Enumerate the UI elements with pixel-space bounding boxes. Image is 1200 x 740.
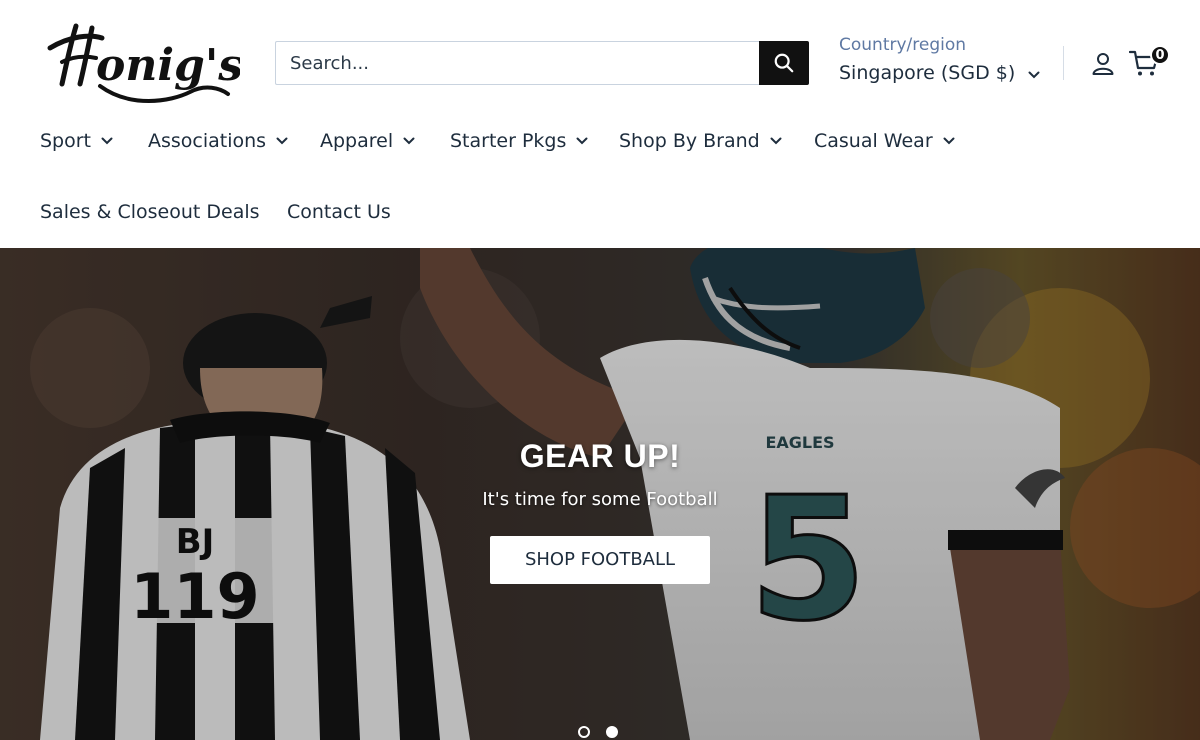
nav-item-casual-wear[interactable]: Casual Wear	[814, 126, 955, 156]
hero-content: GEAR UP! It's time for some Football SHO…	[0, 438, 1200, 584]
nav-item-label: Sales & Closeout Deals	[40, 201, 260, 223]
nav-item-label: Starter Pkgs	[450, 130, 567, 152]
user-icon	[1092, 53, 1114, 75]
nav-item-label: Contact Us	[287, 201, 391, 223]
nav-item-contact-us[interactable]: Contact Us	[287, 197, 391, 227]
search-icon	[774, 53, 794, 73]
chevron-down-icon	[1028, 71, 1040, 79]
account-button[interactable]	[1090, 49, 1116, 77]
nav-item-label: Casual Wear	[814, 130, 933, 152]
chevron-down-icon	[770, 137, 782, 145]
nav-item-sport[interactable]: Sport	[40, 126, 113, 156]
hero-title: GEAR UP!	[519, 438, 681, 474]
hero-subtitle: It's time for some Football	[482, 489, 718, 510]
slideshow-dots	[578, 726, 618, 738]
chevron-down-icon	[276, 137, 288, 145]
nav-item-sales-closeout-deals[interactable]: Sales & Closeout Deals	[40, 197, 260, 227]
chevron-down-icon	[403, 137, 415, 145]
hero-slideshow: BJ 119 EAGLES 5 GEAR UP! It's time for s…	[0, 248, 1200, 740]
site-header: onig's Country/region Singapore (SGD $)	[0, 0, 1200, 248]
chevron-down-icon	[943, 137, 955, 145]
slide-dot-2[interactable]	[606, 726, 618, 738]
nav-item-label: Sport	[40, 130, 92, 152]
nav-item-associations[interactable]: Associations	[148, 126, 288, 156]
nav-item-apparel[interactable]: Apparel	[320, 126, 415, 156]
slide-dot-1[interactable]	[578, 726, 590, 738]
site-logo[interactable]: onig's	[40, 18, 240, 106]
nav-item-label: Apparel	[320, 130, 394, 152]
header-divider	[1063, 46, 1064, 80]
search-button[interactable]	[759, 41, 809, 85]
nav-item-label: Associations	[148, 130, 267, 152]
chevron-down-icon	[576, 137, 588, 145]
nav-item-label: Shop By Brand	[619, 130, 760, 152]
shop-football-button[interactable]: SHOP FOOTBALL	[490, 536, 710, 584]
country-region-selector[interactable]: Country/region Singapore (SGD $)	[839, 32, 1054, 92]
search-form	[275, 41, 809, 85]
nav-item-starter-pkgs[interactable]: Starter Pkgs	[450, 126, 588, 156]
country-region-label: Country/region	[839, 35, 967, 55]
country-region-value: Singapore (SGD $)	[839, 62, 1016, 84]
cart-count-badge: 0	[1150, 45, 1170, 65]
chevron-down-icon	[101, 137, 113, 145]
svg-text:onig's: onig's	[96, 40, 240, 91]
cart-button[interactable]: 0	[1129, 45, 1170, 79]
nav-item-shop-by-brand[interactable]: Shop By Brand	[619, 126, 782, 156]
search-input[interactable]	[275, 41, 759, 85]
